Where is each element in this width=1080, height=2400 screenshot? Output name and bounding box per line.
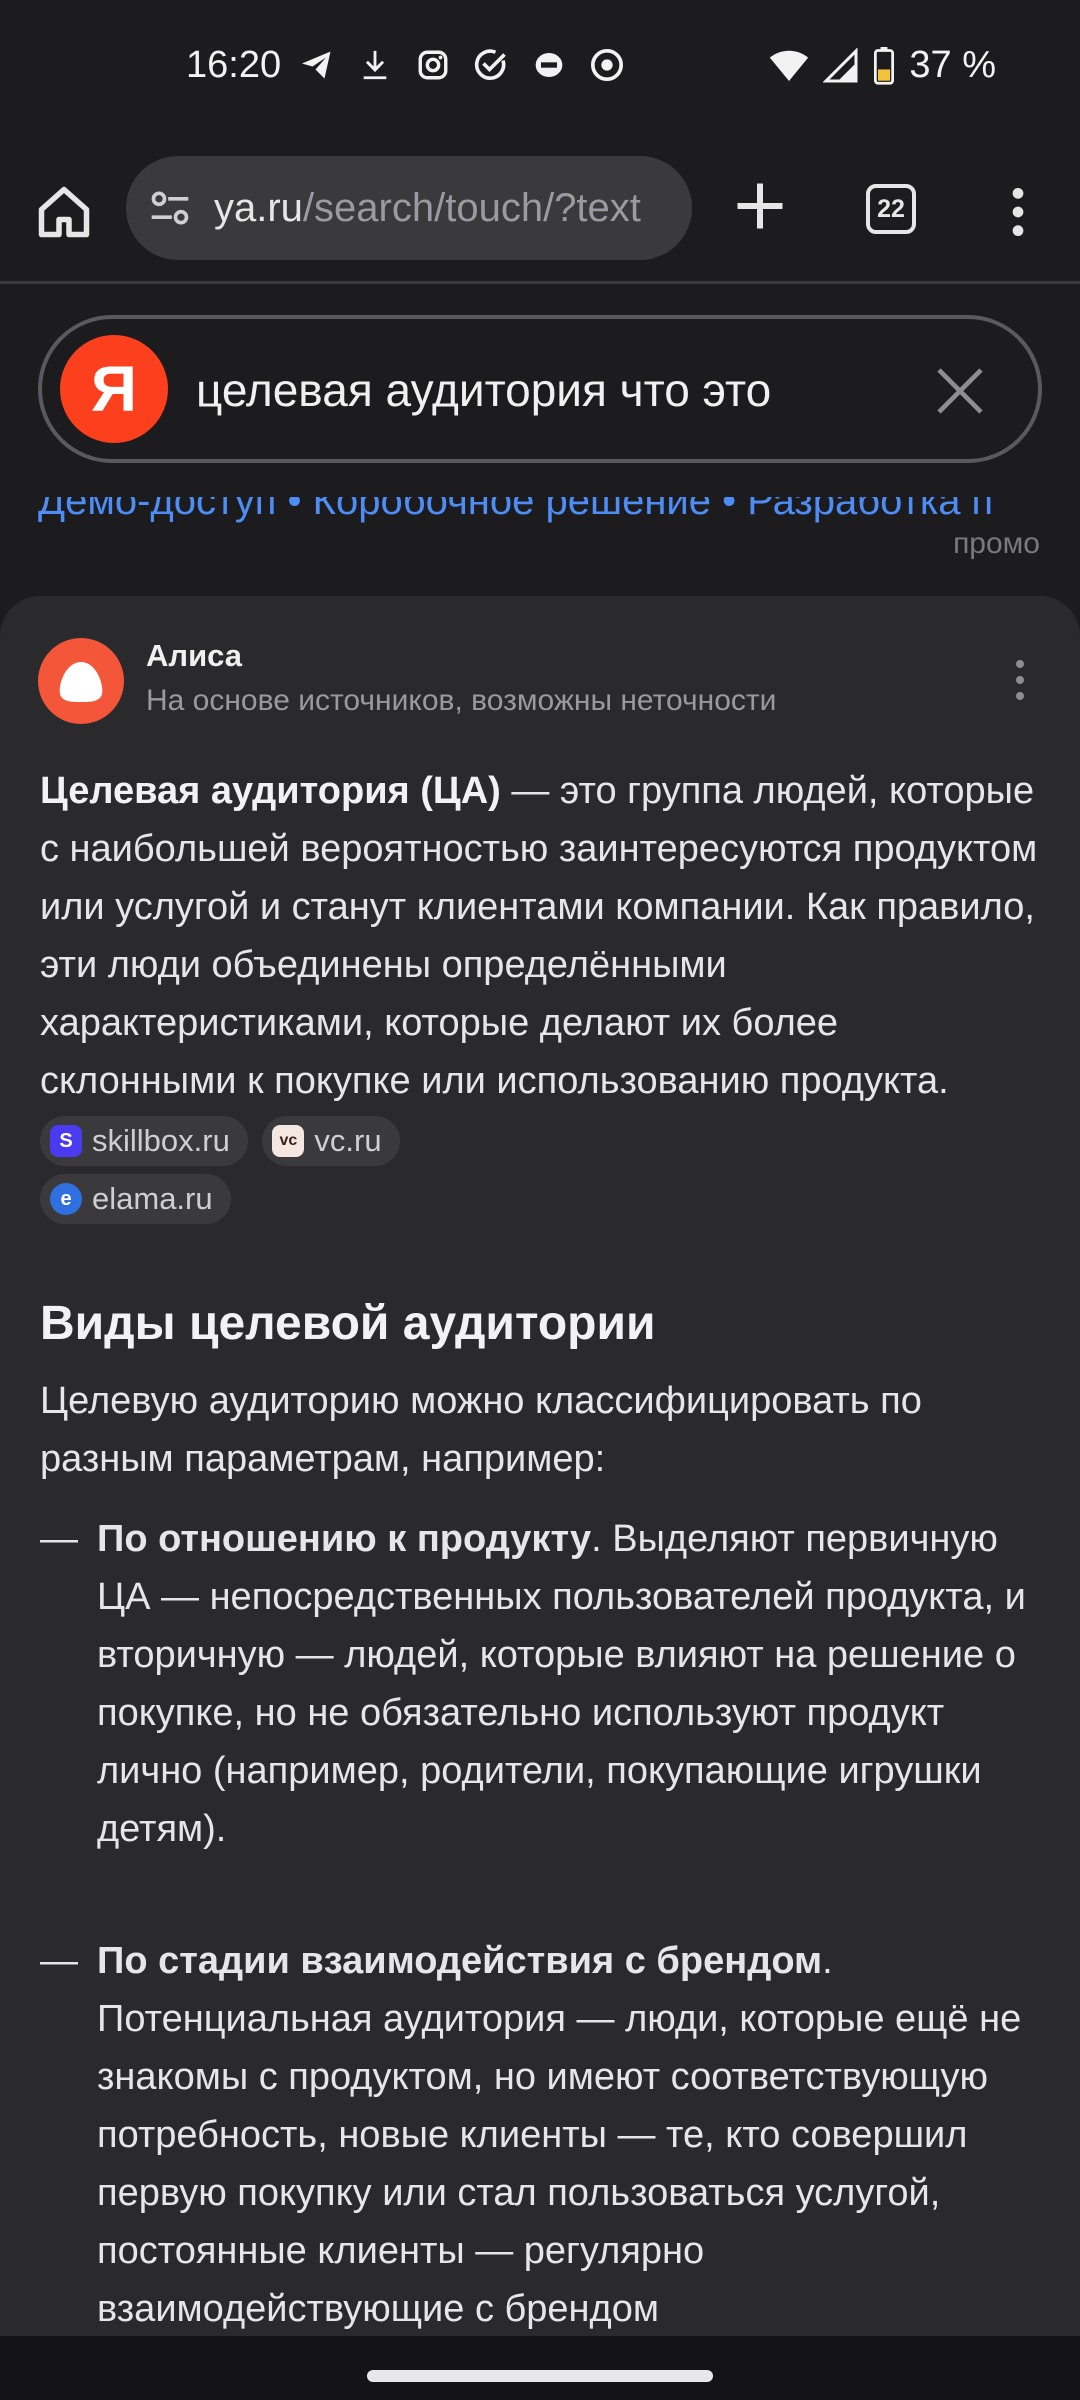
list-item: — По отношению к продукту. Выделяют перв… bbox=[40, 1510, 1040, 1858]
alisa-subtitle: На основе источников, возможны неточност… bbox=[146, 684, 777, 717]
close-icon[interactable] bbox=[932, 363, 988, 419]
search-query[interactable]: целевая аудитория что это bbox=[196, 363, 771, 417]
status-right: 37 % bbox=[769, 44, 996, 87]
section-title: Виды целевой аудитории bbox=[40, 1297, 656, 1350]
source-chip-skillbox[interactable]: Sskillbox.ru bbox=[40, 1115, 248, 1166]
skillbox-icon: S bbox=[50, 1124, 82, 1157]
source-label: elama.ru bbox=[92, 1180, 213, 1216]
signal-icon bbox=[823, 47, 858, 82]
section-intro: Целевую аудиторию можно классифицировать… bbox=[40, 1380, 922, 1480]
site-settings-icon[interactable] bbox=[148, 186, 192, 230]
source-chip-vc[interactable]: vc vc.ru bbox=[262, 1115, 400, 1166]
notification-icons bbox=[298, 46, 626, 84]
tabs-count-button[interactable]: 22 bbox=[866, 184, 916, 234]
url-host: ya.ru bbox=[214, 185, 303, 230]
url-text: ya.ru/search/touch/?text bbox=[214, 186, 641, 231]
promo-strip: Демо-доступ • Коробочное решение • Разра… bbox=[0, 497, 1080, 575]
gesture-handle[interactable] bbox=[367, 2370, 713, 2382]
alisa-name: Алиса bbox=[146, 638, 242, 673]
instagram-icon bbox=[414, 46, 452, 84]
alisa-avatar bbox=[38, 638, 124, 724]
promo-links[interactable]: Демо-доступ • Коробочное решение • Разра… bbox=[38, 497, 993, 524]
check-circle-icon bbox=[472, 46, 510, 84]
list-item: — По стадии взаимодействия с брендом. По… bbox=[40, 1932, 1040, 2336]
elama-icon: e bbox=[50, 1182, 82, 1215]
answer-term: Целевая аудитория (ЦА) bbox=[40, 770, 501, 812]
messenger-icon bbox=[530, 46, 568, 84]
yandex-logo[interactable]: Я bbox=[60, 335, 168, 443]
source-label: skillbox.ru bbox=[92, 1122, 230, 1158]
battery-level: 37 % bbox=[909, 44, 996, 86]
list-dash: — bbox=[40, 1940, 78, 1982]
card-more-icon[interactable] bbox=[1008, 656, 1032, 704]
chrome-icon bbox=[588, 46, 626, 84]
wifi-icon bbox=[770, 50, 809, 81]
url-path: /search/touch/?text bbox=[302, 185, 641, 230]
download-icon bbox=[356, 46, 394, 84]
more-menu-icon[interactable] bbox=[1000, 184, 1036, 240]
answer-definition: — это группа людей, которые с наибольшей… bbox=[40, 770, 1038, 1102]
url-bar[interactable]: ya.ru/search/touch/?text bbox=[126, 156, 692, 260]
search-input[interactable]: Я целевая аудитория что это bbox=[38, 315, 1042, 463]
source-chip-elama[interactable]: e elama.ru bbox=[40, 1173, 231, 1224]
home-icon[interactable] bbox=[34, 182, 94, 242]
promo-label: промо bbox=[953, 527, 1040, 560]
vc-icon: vc bbox=[272, 1124, 305, 1157]
list-item-heading: По отношению к продукту bbox=[97, 1518, 592, 1560]
list-dash: — bbox=[40, 1518, 78, 1560]
list-item-heading: По стадии взаимодействия с брендом bbox=[97, 1940, 823, 1982]
answer-paragraph: Целевая аудитория (ЦА) — это группа люде… bbox=[40, 762, 1040, 1226]
gesture-bar bbox=[0, 2336, 1080, 2400]
list-item-text: . Выделяют первичную ЦА — непосредственн… bbox=[97, 1518, 1026, 1850]
new-tab-icon[interactable] bbox=[730, 176, 790, 236]
source-label: vc.ru bbox=[314, 1122, 382, 1158]
status-bar: 16:20 37 % bbox=[0, 0, 1080, 140]
list-item-text: . Потенциальная аудитория — люди, которы… bbox=[97, 1940, 1022, 2330]
browser-toolbar: ya.ru/search/touch/?text 22 bbox=[0, 140, 1080, 284]
status-time: 16:20 bbox=[186, 44, 282, 86]
search-header: Я целевая аудитория что это bbox=[0, 287, 1080, 497]
telegram-icon bbox=[298, 46, 336, 84]
alisa-answer-card: Алиса На основе источников, возможны нет… bbox=[0, 596, 1080, 2336]
battery-icon bbox=[874, 46, 895, 85]
